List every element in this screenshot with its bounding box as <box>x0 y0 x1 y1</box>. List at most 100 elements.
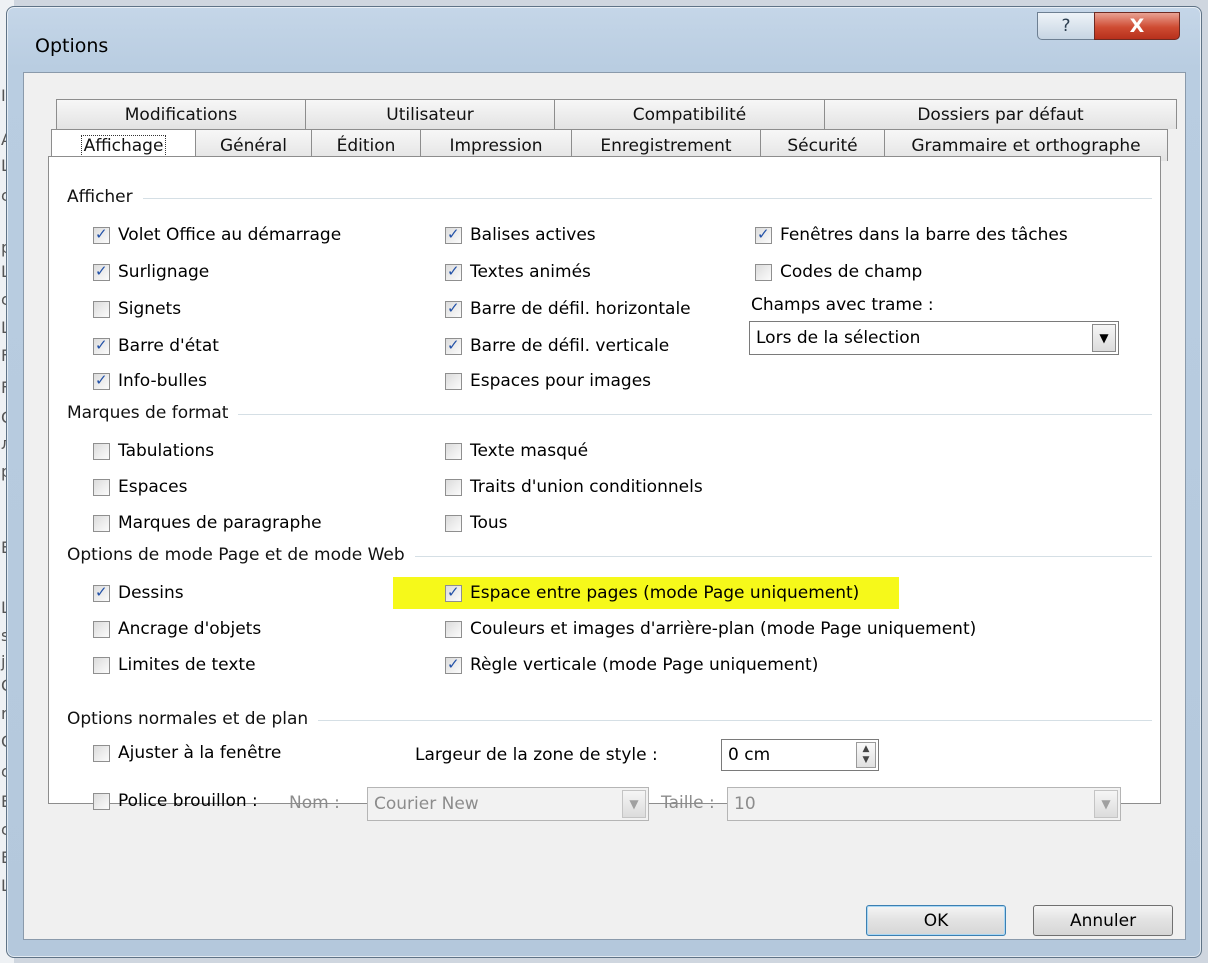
checkbox-label: Texte masqué <box>470 441 589 461</box>
checkbox-textes-animes[interactable]: ✓ Textes animés <box>445 260 591 284</box>
taille-select[interactable]: 10 ▼ <box>727 787 1121 821</box>
tab-label: Sécurité <box>787 135 858 156</box>
checkbox-balises-actives[interactable]: ✓ Balises actives <box>445 223 596 247</box>
tab-label: Affichage <box>80 134 167 157</box>
checkbox-defil-verticale[interactable]: ✓ Barre de défil. verticale <box>445 334 669 358</box>
background-letter: j <box>1 652 6 671</box>
checkbox-label: Barre de défil. verticale <box>470 336 670 356</box>
tab-label: Utilisateur <box>386 104 474 125</box>
checkbox-barre-etat[interactable]: ✓ Barre d'état <box>93 334 219 358</box>
tab-modifications[interactable]: Modifications <box>56 99 306 129</box>
tab-label: Modifications <box>124 104 238 125</box>
group-label: Options de mode Page et de mode Web <box>67 545 415 565</box>
checkbox-label: Marques de paragraphe <box>118 513 322 533</box>
ok-button[interactable]: OK <box>866 905 1006 936</box>
tab-label: Général <box>220 135 287 156</box>
checkbox-label: Règle verticale (mode Page uniquement) <box>470 655 819 675</box>
checkbox-label: Espace entre pages (mode Page uniquement… <box>470 583 860 603</box>
checkbox-police-brouillon[interactable]: Police brouillon : <box>93 789 258 813</box>
checkbox-limites-texte[interactable]: Limites de texte <box>93 653 256 677</box>
champs-trame-value: Lors de la sélection <box>756 328 921 348</box>
chevron-down-icon[interactable]: ▼ <box>1092 324 1116 352</box>
checkbox-label: Volet Office au démarrage <box>118 225 342 245</box>
background-letter: I <box>1 86 6 105</box>
tab-label: Compatibilité <box>632 104 747 125</box>
group-label: Afficher <box>67 187 143 207</box>
cancel-button[interactable]: Annuler <box>1033 905 1173 936</box>
checkbox-espaces[interactable]: Espaces <box>93 475 187 499</box>
checkbox-codes-champ[interactable]: Codes de champ <box>755 260 922 284</box>
checkbox-label: Surlignage <box>118 262 210 282</box>
checkbox-label: Textes animés <box>470 262 591 282</box>
tab-compatibilite[interactable]: Compatibilité <box>554 99 825 129</box>
help-button[interactable]: ? <box>1037 12 1095 40</box>
group-label: Options normales et de plan <box>67 709 319 729</box>
checkbox-traits-union[interactable]: Traits d'union conditionnels <box>445 475 703 499</box>
group-normales: Options normales et de plan <box>67 709 1152 729</box>
help-icon: ? <box>1061 16 1071 36</box>
tab-utilisateur[interactable]: Utilisateur <box>305 99 555 129</box>
cancel-button-label: Annuler <box>1069 910 1137 931</box>
checkbox-label: Police brouillon : <box>118 791 258 811</box>
checkbox-regle-verticale[interactable]: ✓ Règle verticale (mode Page uniquement) <box>445 653 818 677</box>
tab-label: Dossiers par défaut <box>917 104 1084 125</box>
checkbox-label: Tabulations <box>118 441 215 461</box>
checkbox-texte-masque[interactable]: Texte masqué <box>445 439 588 463</box>
ok-button-label: OK <box>923 910 949 931</box>
checkbox-ancrage-objets[interactable]: Ancrage d'objets <box>93 617 261 641</box>
checkbox-signets[interactable]: Signets <box>93 297 181 321</box>
checkbox-defil-horizontale[interactable]: ✓ Barre de défil. horizontale <box>445 297 691 321</box>
largeur-zone-style-input[interactable]: 0 cm ▲ ▼ <box>721 739 879 771</box>
checkbox-label: Barre d'état <box>118 336 219 356</box>
checkbox-volet-office[interactable]: ✓ Volet Office au démarrage <box>93 223 341 247</box>
nom-police-select[interactable]: Courier New ▼ <box>367 787 649 821</box>
checkbox-surlignage[interactable]: ✓ Surlignage <box>93 260 209 284</box>
group-label: Marques de format <box>67 403 239 423</box>
checkbox-ajuster-fenetre[interactable]: Ajuster à la fenêtre <box>93 741 281 765</box>
checkbox-label: Couleurs et images d'arrière-plan (mode … <box>470 619 977 639</box>
checkbox-fenetres-barre[interactable]: ✓ Fenêtres dans la barre des tâches <box>755 223 1068 247</box>
tab-row-back: Modifications Utilisateur Compatibilité … <box>56 99 1177 129</box>
checkbox-tabulations[interactable]: Tabulations <box>93 439 214 463</box>
checkbox-label: Tous <box>470 513 508 533</box>
checkbox-label: Barre de défil. horizontale <box>470 299 691 319</box>
spinner-icon[interactable]: ▲ ▼ <box>856 742 876 768</box>
largeur-zone-style-value: 0 cm <box>728 745 771 765</box>
largeur-zone-style-label: Largeur de la zone de style : <box>415 745 658 765</box>
tab-dossiers[interactable]: Dossiers par défaut <box>824 99 1177 129</box>
checkbox-label: Traits d'union conditionnels <box>470 477 703 497</box>
chevron-down-icon[interactable]: ▼ <box>622 790 646 818</box>
champs-trame-select[interactable]: Lors de la sélection ▼ <box>749 321 1119 355</box>
checkbox-label: Info-bulles <box>118 371 207 391</box>
close-icon: X <box>1129 15 1145 37</box>
checkbox-label: Codes de champ <box>780 262 923 282</box>
champs-trame-label: Champs avec trame : <box>751 295 934 315</box>
checkbox-info-bulles[interactable]: ✓ Info-bulles <box>93 369 207 393</box>
tab-panel-affichage: Afficher ✓ Volet Office au démarrage ✓ Sur… <box>48 156 1161 821</box>
nom-police-value: Courier New <box>374 794 479 814</box>
tab-label: Édition <box>336 135 396 156</box>
checkbox-label: Limites de texte <box>118 655 256 675</box>
dialog-title: Options <box>35 35 109 57</box>
tab-label: Enregistrement <box>600 135 732 156</box>
checkbox-dessins[interactable]: ✓ Dessins <box>93 581 184 605</box>
group-page-web: Options de mode Page et de mode Web <box>67 545 1152 565</box>
chevron-down-icon[interactable]: ▼ <box>1094 790 1118 818</box>
checkbox-label: Balises actives <box>470 225 596 245</box>
checkbox-label: Fenêtres dans la barre des tâches <box>780 225 1068 245</box>
tab-label: Grammaire et orthographe <box>911 135 1141 156</box>
checkbox-marques-paragraphe[interactable]: Marques de paragraphe <box>93 511 322 535</box>
checkbox-espaces-images[interactable]: Espaces pour images <box>445 369 651 393</box>
close-button[interactable]: X <box>1094 12 1180 40</box>
checkbox-label: Espaces <box>118 477 188 497</box>
nom-label: Nom : <box>289 793 340 813</box>
checkbox-tous[interactable]: Tous <box>445 511 508 535</box>
group-marques: Marques de format <box>67 403 1152 423</box>
checkbox-label: Espaces pour images <box>470 371 652 391</box>
checkbox-label: Dessins <box>118 583 184 603</box>
group-afficher: Afficher <box>67 187 1152 207</box>
checkbox-couleurs-arriere-plan[interactable]: Couleurs et images d'arrière-plan (mode … <box>445 617 976 641</box>
checkbox-label: Ancrage d'objets <box>118 619 262 639</box>
checkbox-espace-entre-pages[interactable]: ✓ Espace entre pages (mode Page uniquemen… <box>393 577 900 609</box>
taille-value: 10 <box>734 794 756 814</box>
